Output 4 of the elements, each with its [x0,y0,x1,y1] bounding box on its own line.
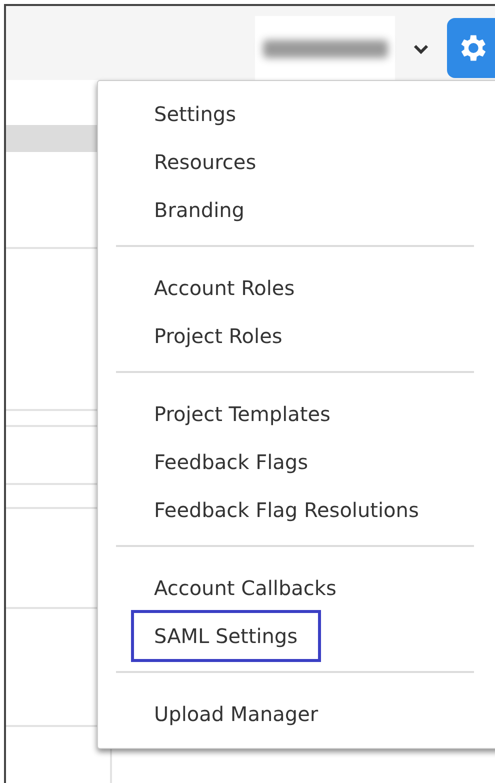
settings-button[interactable] [447,18,495,78]
chevron-down-icon[interactable] [413,44,429,54]
menu-item[interactable]: Upload Manager [131,688,342,740]
menu-item[interactable]: SAML Settings [131,610,321,662]
